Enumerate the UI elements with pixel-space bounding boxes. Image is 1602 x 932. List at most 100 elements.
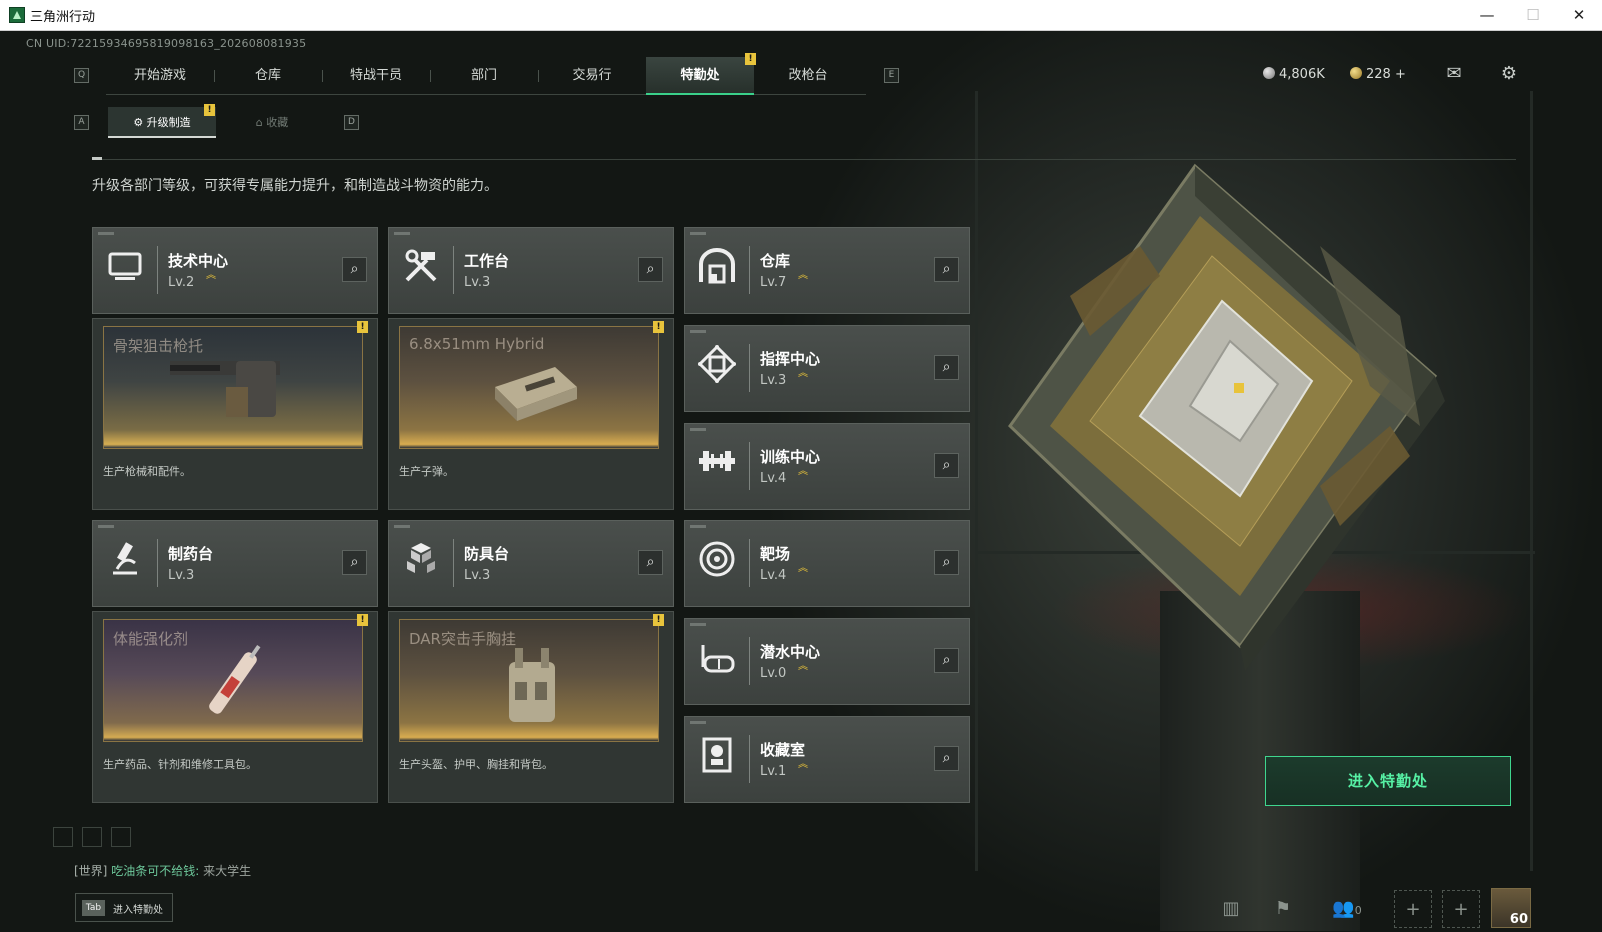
player-uid: CN UID:7221593469581909816​3_20260808193… [26, 37, 307, 50]
scene-frame [975, 91, 978, 871]
close-button[interactable]: ✕ [1556, 0, 1602, 31]
card-corner-mark [394, 525, 410, 528]
card-divider [749, 246, 750, 294]
department-card-dive-center[interactable]: 潜水中心 Lv.0 ︽ ⌕ [684, 618, 970, 705]
inspect-search-button[interactable]: ⌕ [342, 257, 367, 282]
upgrade-available-icon: ︽ [206, 270, 216, 281]
department-card-command-center[interactable]: 指挥中心 Lv.3 ︽ ⌕ [684, 325, 970, 412]
department-name: 指挥中心 [760, 350, 821, 368]
production-alert-badge: ! [357, 321, 368, 333]
tab-warehouse[interactable]: 仓库 [214, 57, 322, 95]
department-card-tech-center[interactable]: 技术中心 Lv.2 ︽ ⌕ [92, 227, 378, 314]
add-teammate-slot-button[interactable]: + [1442, 890, 1480, 928]
stim-injector-item-image [209, 644, 261, 714]
silver-currency: 4,806K [1263, 67, 1325, 82]
card-corner-mark [98, 232, 114, 235]
card-divider [453, 246, 454, 294]
subtab-upgrade-craft-label: 升级制造 [146, 116, 191, 129]
collection-tab-icon: ⌂ [255, 116, 267, 129]
special-ops-cube-model [1008, 163, 1445, 671]
card-corner-mark [690, 330, 706, 333]
inspect-search-button[interactable]: ⌕ [638, 550, 663, 575]
inspect-search-button[interactable]: ⌕ [934, 257, 959, 282]
card-divider [749, 735, 750, 783]
add-gold-icon[interactable]: + [1395, 67, 1406, 82]
upgrade-available-icon: ︽ [798, 368, 808, 379]
production-card-medical[interactable]: 体能强化剂 ! 生产药品、针剂和维修工具包。 [92, 611, 378, 803]
inspect-search-button[interactable]: ⌕ [934, 453, 959, 478]
department-card-workbench[interactable]: 工作台 Lv.3 ⌕ [388, 227, 674, 314]
inspect-search-button[interactable]: ⌕ [342, 550, 367, 575]
department-card-training-center[interactable]: 训练中心 Lv.4 ︽ ⌕ [684, 423, 970, 510]
department-card-pharmacy[interactable]: 制药台 Lv.3 ⌕ [92, 520, 378, 607]
subtab-next-key-hint[interactable]: D [344, 115, 359, 130]
tab-key-hint: Tab [82, 900, 105, 916]
production-alert-badge: ! [653, 321, 664, 333]
upgrade-craft-alert-badge: ! [204, 104, 215, 116]
department-card-collection-room[interactable]: 收藏室 Lv.1 ︽ ⌕ [684, 716, 970, 803]
silver-amount: 4,806K [1279, 67, 1325, 82]
production-preview: 体能强化剂 [103, 619, 363, 742]
chat-line[interactable]: [世界] 吃油条可不给钱: 来大学生 [74, 862, 251, 879]
stats-chart-icon[interactable]: ▥ [1212, 890, 1250, 928]
minimize-button[interactable]: — [1464, 0, 1510, 31]
quick-slot[interactable] [111, 827, 131, 847]
inspect-search-button[interactable]: ⌕ [934, 648, 959, 673]
tab-start-game[interactable]: 开始游戏 [106, 57, 214, 95]
card-divider [749, 344, 750, 392]
tab-operators[interactable]: 特战干员 [322, 57, 430, 95]
department-name: 潜水中心 [760, 643, 821, 661]
tab-gunsmith[interactable]: 改枪台 [754, 57, 862, 95]
inspect-search-button[interactable]: ⌕ [638, 257, 663, 282]
tab-department[interactable]: 部门 [430, 57, 538, 95]
inspect-search-button[interactable]: ⌕ [934, 355, 959, 380]
department-name: 仓库 [760, 252, 791, 270]
app-logo-icon [9, 7, 25, 23]
microscope-icon [101, 539, 149, 587]
department-card-shooting-range[interactable]: 靶场 Lv.4 ︽ ⌕ [684, 520, 970, 607]
production-card-ammo[interactable]: 6.8x51mm Hybrid ! 生产子弹。 [388, 318, 674, 510]
department-card-armor-bench[interactable]: 防具台 Lv.3 ⌕ [388, 520, 674, 607]
inspect-search-button[interactable]: ⌕ [934, 550, 959, 575]
tab-trading[interactable]: 交易行 [538, 57, 646, 95]
tab-special-ops[interactable]: 特勤处 [646, 57, 754, 95]
dumbbell-icon [693, 442, 741, 490]
department-name: 制药台 [168, 545, 214, 563]
chest-rig-item-image [509, 648, 555, 722]
upgrade-available-icon: ︽ [798, 270, 808, 281]
nav-prev-key-hint[interactable]: Q [74, 68, 89, 83]
subtab-prev-key-hint[interactable]: A [74, 115, 89, 130]
quick-slot[interactable] [53, 827, 73, 847]
settings-gear-icon[interactable]: ⚙ [1497, 64, 1521, 84]
subtab-collection[interactable]: ⌂ 收藏 [218, 107, 326, 138]
department-name: 技术中心 [168, 252, 229, 270]
player-avatar[interactable]: 60 [1491, 888, 1531, 928]
production-card-armor[interactable]: DAR突击手胸挂 ! 生产头盔、护甲、胸挂和背包。 [388, 611, 674, 803]
subtab-upgrade-craft[interactable]: ⚙ 升级制造 [108, 107, 216, 138]
card-divider [453, 539, 454, 587]
maximize-button[interactable]: ☐ [1510, 0, 1556, 31]
monitor-icon [101, 246, 149, 294]
window-title-bar: 三角洲行动 — ☐ ✕ [0, 0, 1602, 31]
dive-mask-icon [693, 637, 741, 685]
enter-special-ops-button[interactable]: 进入特勤处 [1265, 756, 1511, 806]
department-name: 训练中心 [760, 448, 821, 466]
friends-button[interactable]: 👥0 [1325, 890, 1369, 928]
tab-enter-special-ops-hint[interactable]: Tab 进入特勤处 [75, 893, 173, 922]
add-teammate-slot-button[interactable]: + [1394, 890, 1432, 928]
gold-currency[interactable]: 228 + [1350, 67, 1406, 82]
friends-icon: 👥 [1332, 898, 1355, 919]
inspect-search-button[interactable]: ⌕ [934, 746, 959, 771]
mail-icon[interactable]: ✉ [1442, 64, 1466, 84]
upgrade-craft-icon: ⚙ [133, 116, 147, 129]
nav-next-key-hint[interactable]: E [884, 68, 899, 83]
card-corner-mark [394, 232, 410, 235]
department-level: Lv.4 [760, 568, 787, 583]
quick-slot[interactable] [82, 827, 102, 847]
department-card-warehouse[interactable]: 仓库 Lv.7 ︽ ⌕ [684, 227, 970, 314]
flag-icon[interactable]: ⚑ [1264, 890, 1302, 928]
production-card-weapons[interactable]: 骨架狙击枪托 ! 生产枪械和配件。 [92, 318, 378, 510]
production-caption: 生产子弹。 [399, 465, 454, 478]
department-level: Lv.4 [760, 471, 787, 486]
department-level: Lv.3 [168, 568, 195, 583]
